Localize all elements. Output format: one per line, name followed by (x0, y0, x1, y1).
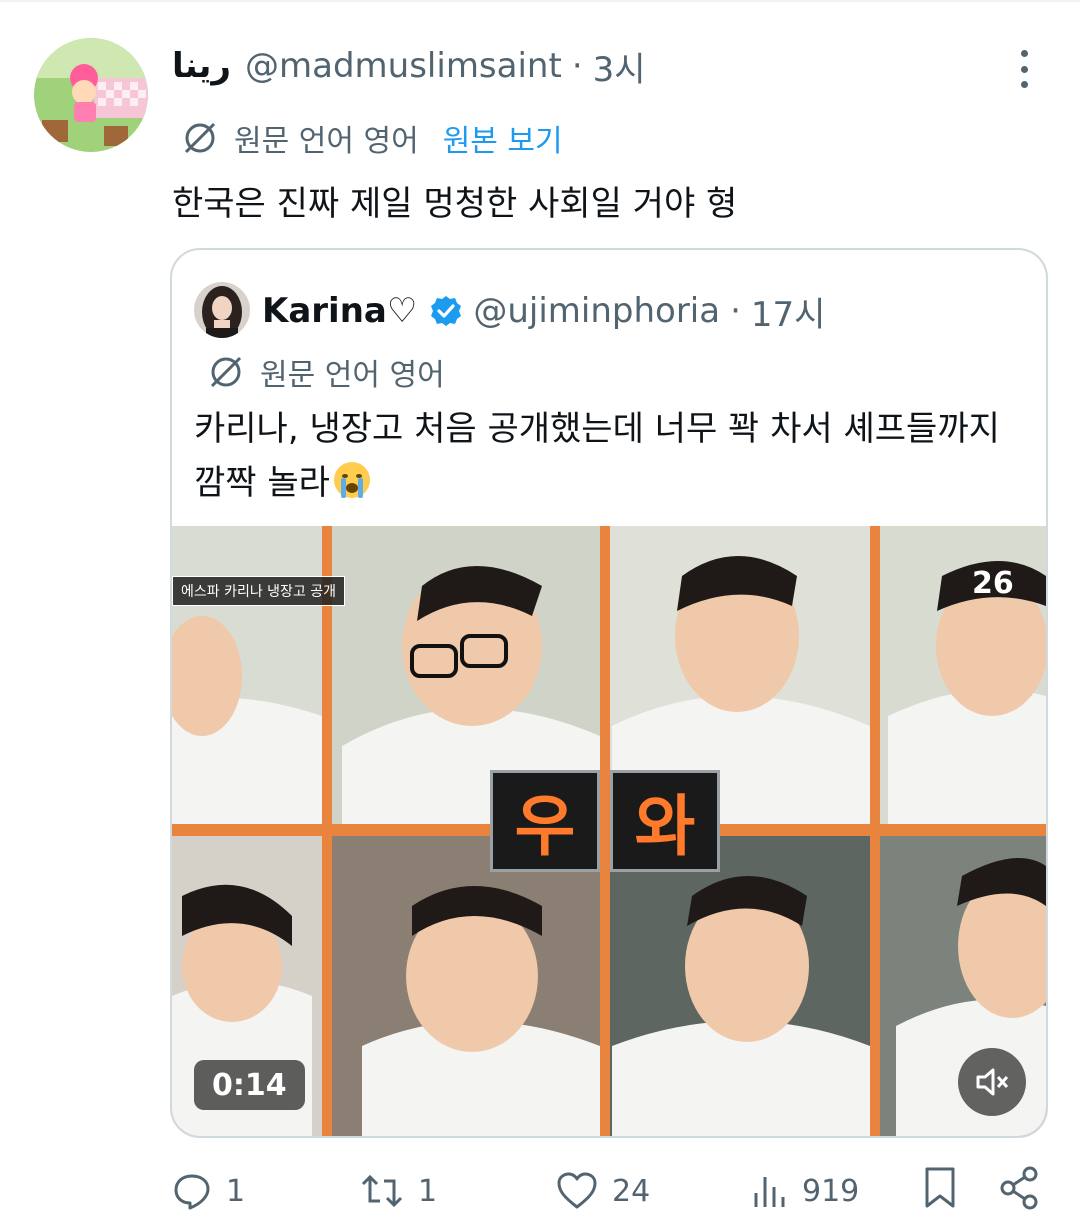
tweet-header: رينا @madmuslimsaint · 3시 (172, 42, 646, 91)
more-options-icon[interactable] (1012, 50, 1036, 88)
views-button[interactable]: 919 (752, 1166, 859, 1216)
repost-icon (361, 1174, 403, 1208)
like-count: 24 (612, 1173, 651, 1209)
top-divider (0, 0, 1080, 2)
share-icon (1000, 1166, 1038, 1210)
quoted-text-line-1: 카리나, 냉장고 처음 공개했는데 너무 꽉 차서 셰프들까지 (194, 409, 1000, 449)
repost-count: 1 (418, 1173, 438, 1209)
quoted-text: 카리나, 냉장고 처음 공개했는데 너무 꽉 차서 셰프들까지 깜짝 놀라 (194, 402, 1032, 510)
video-frame (172, 526, 1046, 1136)
views-chart-icon (754, 1177, 785, 1207)
tweet-time[interactable]: 3시 (593, 42, 646, 91)
quoted-author-name[interactable]: Karina♡ (262, 291, 417, 331)
verified-badge-icon (429, 294, 463, 328)
overlay-text-2: 와 (610, 770, 720, 872)
channel-logo: 26 (972, 566, 1014, 601)
mute-toggle-button[interactable] (958, 1048, 1026, 1116)
tweet-text: 한국은 진짜 제일 멍청한 사회일 거야 형 (172, 184, 738, 224)
reply-button[interactable]: 1 (172, 1166, 245, 1216)
like-button[interactable]: 24 (556, 1166, 650, 1216)
video-player[interactable]: 에스파 카리나 냉장고 공개 26 우 와 0:14 (172, 526, 1046, 1136)
quoted-header: Karina♡ @ujiminphoria · 17시 (262, 287, 826, 336)
reply-icon (174, 1174, 210, 1210)
author-name[interactable]: رينا (172, 46, 231, 86)
video-duration: 0:14 (194, 1060, 305, 1110)
video-caption-tag: 에스파 카리나 냉장고 공개 (172, 576, 346, 606)
translate-icon (184, 122, 216, 154)
quoted-translation-label: 원문 언어 영어 (260, 358, 445, 393)
quoted-tweet-card[interactable]: Karina♡ @ujiminphoria · 17시 원문 언어 영어 카리나… (170, 248, 1048, 1138)
quoted-translation-row: 원문 언어 영어 (208, 350, 445, 394)
bookmark-button[interactable] (922, 1166, 958, 1214)
view-count: 919 (802, 1173, 860, 1209)
translate-icon (210, 356, 242, 388)
quoted-author-handle[interactable]: @ujiminphoria (473, 291, 720, 331)
bookmark-icon (925, 1167, 955, 1208)
show-original-link[interactable]: 원본 보기 (443, 116, 563, 160)
separator-dot: · (571, 46, 583, 86)
quoted-text-line-2: 깜짝 놀라 (194, 463, 330, 503)
quoted-time[interactable]: 17시 (751, 287, 826, 336)
translation-row: 원문 언어 영어 원본 보기 (182, 116, 563, 160)
quoted-author-avatar[interactable] (194, 282, 250, 338)
translation-label: 원문 언어 영어 (234, 124, 419, 159)
separator-dot: · (730, 291, 741, 331)
author-avatar[interactable] (34, 38, 148, 152)
overlay-text-1: 우 (490, 770, 600, 872)
share-button[interactable] (1000, 1166, 1040, 1214)
speaker-muted-icon (976, 1068, 1009, 1096)
author-handle[interactable]: @madmuslimsaint (245, 46, 562, 86)
reply-count: 1 (226, 1173, 246, 1209)
crying-face-emoji-icon (332, 460, 372, 500)
repost-button[interactable]: 1 (360, 1166, 437, 1216)
heart-icon (557, 1172, 597, 1209)
